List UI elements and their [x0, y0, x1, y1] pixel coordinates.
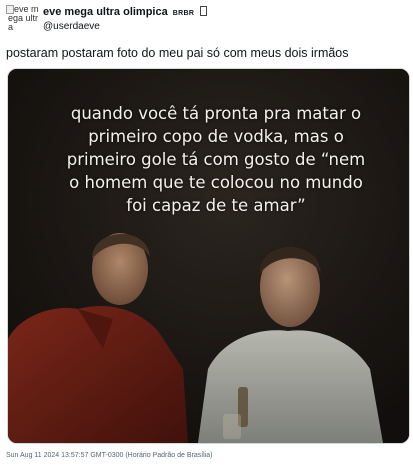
avatar[interactable]: eve mega ultra: [5, 4, 39, 38]
author-name-line[interactable]: eve mega ultra olimpica BRBR: [43, 6, 208, 18]
avatar-alt-text: eve mega ultra: [8, 4, 39, 32]
display-name[interactable]: eve mega ultra olimpica: [43, 6, 168, 18]
tweet-text: postaram postaram foto do meu pai só com…: [6, 46, 349, 60]
tweet-header: eve mega ultra eve mega ultra olimpica B…: [5, 4, 405, 38]
tweet-card: eve mega ultra eve mega ultra olimpica B…: [0, 0, 413, 468]
name-badge: BRBR: [172, 10, 195, 17]
tweet-timestamp[interactable]: Sun Aug 11 2024 13:57:57 GMT-0300 (Horár…: [6, 452, 213, 459]
media-caption: quando você tá pronta pra matar o primei…: [66, 104, 366, 215]
author-handle[interactable]: @userdaeve: [43, 21, 100, 32]
missing-glyph-icon: [200, 6, 208, 16]
tweet-media[interactable]: quando você tá pronta pra matar o primei…: [7, 68, 410, 444]
